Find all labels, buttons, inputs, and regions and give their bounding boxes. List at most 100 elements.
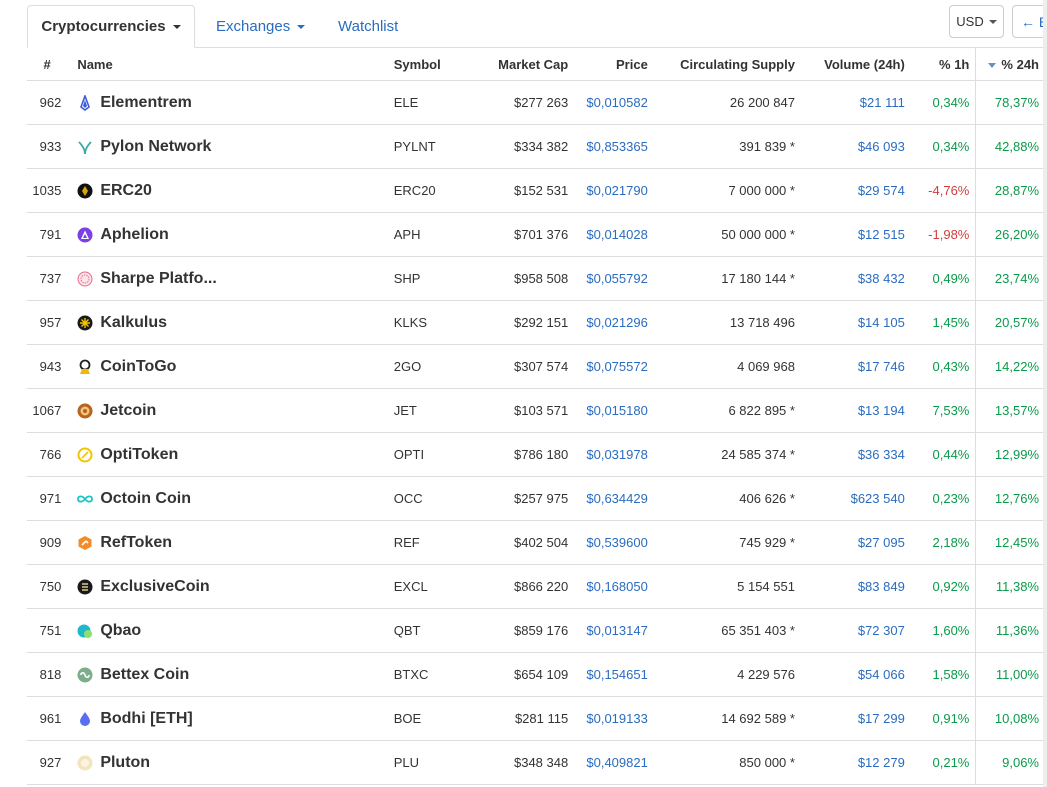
reftoken-icon (77, 535, 93, 551)
tab-exchanges[interactable]: Exchanges (216, 5, 306, 48)
coin-name-link[interactable]: Bettex Coin (100, 666, 189, 684)
row-volume-link[interactable]: $38 432 (794, 256, 905, 301)
row-volume-link[interactable]: $14 105 (794, 300, 905, 345)
row-volume-link[interactable]: $21 111 (794, 80, 905, 125)
back-button[interactable]: ← B (1012, 5, 1047, 38)
table-row[interactable]: 909 RefToken REF $402 504 $0,539600 745 … (27, 520, 1047, 565)
row-change-24h: 12,45% (975, 520, 1047, 565)
tab-watchlist[interactable]: Watchlist (338, 5, 398, 48)
header-name[interactable]: Name (67, 48, 380, 81)
header-price[interactable]: Price (568, 48, 648, 81)
coin-name-link[interactable]: Elementrem (100, 94, 192, 112)
row-market-cap: $103 571 (464, 388, 569, 433)
table-row[interactable]: 933 Pylon Network PYLNT $334 382 $0,8533… (27, 124, 1047, 169)
row-volume-link[interactable]: $83 849 (794, 564, 905, 609)
coin-name-link[interactable]: OptiToken (100, 446, 178, 464)
right-edge-divider (1043, 0, 1047, 787)
row-volume-link[interactable]: $72 307 (794, 608, 905, 653)
row-price-link[interactable]: $0,853365 (568, 124, 648, 169)
row-price-link[interactable]: $0,019133 (568, 696, 648, 741)
header-rank[interactable]: # (27, 48, 68, 81)
row-circulating-supply: 850 000 * (647, 740, 795, 785)
coin-name-link[interactable]: RefToken (100, 534, 172, 552)
header-change-1h[interactable]: % 1h (904, 48, 976, 81)
row-market-cap: $277 263 (464, 80, 569, 125)
tab-bar: Cryptocurrencies Exchanges Watchlist USD… (0, 0, 1047, 48)
table-row[interactable]: 1067 Jetcoin JET $103 571 $0,015180 6 82… (27, 388, 1047, 433)
row-market-cap: $859 176 (464, 608, 569, 653)
coin-name-link[interactable]: Pylon Network (100, 138, 211, 156)
table-row[interactable]: 943 CoinToGo 2GO $307 574 $0,075572 4 06… (27, 344, 1047, 389)
row-price-link[interactable]: $0,031978 (568, 432, 648, 477)
coin-name-link[interactable]: ExclusiveCoin (100, 578, 209, 596)
table-row[interactable]: 766 OptiToken OPTI $786 180 $0,031978 24… (27, 432, 1047, 477)
row-price-link[interactable]: $0,015180 (568, 388, 648, 433)
row-change-24h: 26,20% (975, 212, 1047, 257)
coin-name-link[interactable]: Jetcoin (100, 402, 156, 420)
row-volume-link[interactable]: $12 279 (794, 740, 905, 785)
coin-name-link[interactable]: Bodhi [ETH] (100, 710, 192, 728)
header-change-24h[interactable]: % 24h (975, 48, 1047, 81)
header-volume[interactable]: Volume (24h) (794, 48, 905, 81)
table-row[interactable]: 750 ExclusiveCoin EXCL $866 220 $0,16805… (27, 564, 1047, 609)
row-volume-link[interactable]: $29 574 (794, 168, 905, 213)
row-name-cell: Qbao (67, 608, 380, 653)
table-row[interactable]: 737 Sharpe Platfo... SHP $958 508 $0,055… (27, 256, 1047, 301)
row-price-link[interactable]: $0,021296 (568, 300, 648, 345)
row-price-link[interactable]: $0,014028 (568, 212, 648, 257)
row-rank: 1067 (27, 388, 68, 433)
row-change-24h: 23,74% (975, 256, 1047, 301)
row-change-1h: 0,23% (904, 476, 976, 521)
row-price-link[interactable]: $0,013147 (568, 608, 648, 653)
row-price-link[interactable]: $0,021790 (568, 168, 648, 213)
row-change-1h: 2,18% (904, 520, 976, 565)
table-row[interactable]: 818 Bettex Coin BTXC $654 109 $0,154651 … (27, 652, 1047, 697)
row-price-link[interactable]: $0,075572 (568, 344, 648, 389)
row-volume-link[interactable]: $17 746 (794, 344, 905, 389)
row-volume-link[interactable]: $27 095 (794, 520, 905, 565)
row-name-cell: ERC20 (67, 168, 380, 213)
table-row[interactable]: 971 Octoin Coin OCC $257 975 $0,634429 4… (27, 476, 1047, 521)
row-volume-link[interactable]: $46 093 (794, 124, 905, 169)
row-symbol: 2GO (379, 344, 465, 389)
header-market-cap[interactable]: Market Cap (464, 48, 569, 81)
optitoken-icon (77, 447, 93, 463)
row-volume-link[interactable]: $36 334 (794, 432, 905, 477)
coin-name-link[interactable]: Kalkulus (100, 314, 167, 332)
row-price-link[interactable]: $0,634429 (568, 476, 648, 521)
table-row[interactable]: 791 Aphelion APH $701 376 $0,014028 50 0… (27, 212, 1047, 257)
coin-name-link[interactable]: Sharpe Platfo... (100, 270, 216, 288)
coin-name-link[interactable]: Pluton (100, 754, 150, 772)
table-row[interactable]: 1035 ERC20 ERC20 $152 531 $0,021790 7 00… (27, 168, 1047, 213)
row-volume-link[interactable]: $12 515 (794, 212, 905, 257)
row-volume-link[interactable]: $13 194 (794, 388, 905, 433)
coin-name-link[interactable]: Qbao (100, 622, 141, 640)
row-name-cell: OptiToken (67, 432, 380, 477)
coin-name-link[interactable]: Aphelion (100, 226, 168, 244)
header-symbol[interactable]: Symbol (379, 48, 465, 81)
row-price-link[interactable]: $0,010582 (568, 80, 648, 125)
coin-name-link[interactable]: Octoin Coin (100, 490, 191, 508)
table-row[interactable]: 927 Pluton PLU $348 348 $0,409821 850 00… (27, 740, 1047, 785)
currency-select[interactable]: USD (949, 5, 1004, 38)
table-row[interactable]: 962 Elementrem ELE $277 263 $0,010582 26… (27, 80, 1047, 125)
table-row[interactable]: 751 Qbao QBT $859 176 $0,013147 65 351 4… (27, 608, 1047, 653)
row-price-link[interactable]: $0,409821 (568, 740, 648, 785)
row-volume-link[interactable]: $54 066 (794, 652, 905, 697)
row-price-link[interactable]: $0,168050 (568, 564, 648, 609)
row-price-link[interactable]: $0,154651 (568, 652, 648, 697)
coin-name-link[interactable]: CoinToGo (100, 358, 176, 376)
tab-cryptocurrencies[interactable]: Cryptocurrencies (27, 5, 195, 48)
table-row[interactable]: 961 Bodhi [ETH] BOE $281 115 $0,019133 1… (27, 696, 1047, 741)
row-symbol: OPTI (379, 432, 465, 477)
header-circulating-supply[interactable]: Circulating Supply (647, 48, 795, 81)
row-price-link[interactable]: $0,055792 (568, 256, 648, 301)
row-volume-link[interactable]: $623 540 (794, 476, 905, 521)
table-row[interactable]: 957 Kalkulus KLKS $292 151 $0,021296 13 … (27, 300, 1047, 345)
coin-name-link[interactable]: ERC20 (100, 182, 152, 200)
row-name-cell: ExclusiveCoin (67, 564, 380, 609)
row-name-cell: Elementrem (67, 80, 380, 125)
octoin-coin-icon (77, 491, 94, 507)
row-volume-link[interactable]: $17 299 (794, 696, 905, 741)
row-price-link[interactable]: $0,539600 (568, 520, 648, 565)
